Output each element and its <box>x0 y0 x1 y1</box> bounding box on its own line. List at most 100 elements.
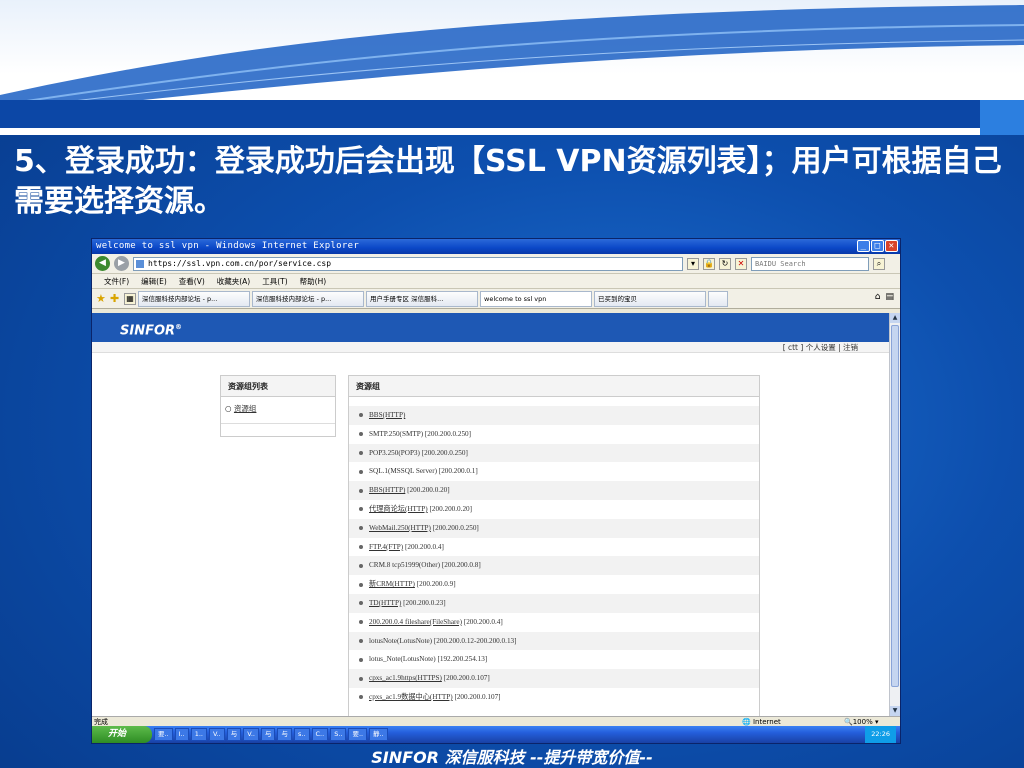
search-icon[interactable]: ⌕ <box>873 257 885 270</box>
taskbar-item[interactable]: s.. <box>293 728 310 741</box>
status-bar: 完成 🌐 Internet 🔍100% ▾ <box>92 716 900 726</box>
taskbar-item[interactable]: V.. <box>208 728 225 741</box>
status-text: 完成 <box>94 718 108 726</box>
menu-edit[interactable]: 编辑(E) <box>141 274 167 288</box>
list-item[interactable]: SQL.1(MSSQL Server) [200.200.0.1] <box>349 462 759 481</box>
list-item[interactable]: SMTP.250(SMTP) [200.200.0.250] <box>349 425 759 444</box>
bullet-icon <box>359 638 363 643</box>
window-title: welcome to ssl vpn - Windows Internet Ex… <box>96 241 360 251</box>
bullet-icon <box>359 695 363 700</box>
menu-help[interactable]: 帮助(H) <box>300 274 327 288</box>
stop-icon[interactable]: ✕ <box>735 257 747 270</box>
taskbar-item[interactable]: I.. <box>174 728 189 741</box>
maximize-button[interactable]: □ <box>871 240 884 252</box>
tab-list-icon[interactable]: ▦ <box>124 292 136 305</box>
slide-banner <box>0 0 1024 135</box>
list-item[interactable]: 代理商论坛(HTTP) [200.200.0.20] <box>349 500 759 519</box>
new-tab-button[interactable] <box>708 290 728 307</box>
scroll-up-icon[interactable]: ▲ <box>890 313 900 323</box>
group-panel: 资源组列表 ○ 资源组 <box>220 375 336 437</box>
page-content: SINFOR® [ ctt ] 个人设置 | 注销 资源组列表 ○ 资源组 资源… <box>92 313 890 716</box>
taskbar-item[interactable]: 要.. <box>348 728 368 741</box>
tab-forum-2[interactable]: 深信服科技内部论坛 - p... <box>252 290 364 307</box>
slide-footer: SINFOR 深信服科技 --提升带宽价值-- <box>371 748 653 767</box>
ie-window: welcome to ssl vpn - Windows Internet Ex… <box>91 238 901 744</box>
bullet-icon <box>359 488 363 493</box>
menu-bar: 文件(F) 编辑(E) 查看(V) 收藏夹(A) 工具(T) 帮助(H) <box>92 274 900 289</box>
radio-icon[interactable]: ○ <box>225 404 232 413</box>
dropdown-icon[interactable]: ▾ <box>687 257 699 270</box>
tab-purchased[interactable]: 已买到的宝贝 <box>594 290 706 307</box>
lock-icon[interactable]: 🔒 <box>703 257 715 270</box>
list-item[interactable]: BBS(HTTP) <box>349 406 759 425</box>
bullet-icon <box>359 601 363 606</box>
window-titlebar[interactable]: welcome to ssl vpn - Windows Internet Ex… <box>92 239 900 254</box>
list-item[interactable]: cpxs_ac1.9https(HTTPS) [200.200.0.107] <box>349 669 759 688</box>
list-item[interactable]: BBS(HTTP) [200.200.0.20] <box>349 481 759 500</box>
taskbar-item[interactable]: 要.. <box>154 728 173 741</box>
scroll-thumb[interactable] <box>891 325 899 687</box>
taskbar-item[interactable]: 与 <box>260 728 276 741</box>
taskbar-item[interactable]: 静.. <box>369 728 388 741</box>
minimize-button[interactable]: _ <box>857 240 870 252</box>
address-input[interactable]: https://ssl.vpn.com.cn/por/service.csp <box>133 256 683 271</box>
add-favorite-icon[interactable]: ✚ <box>110 292 122 305</box>
bullet-icon <box>359 432 363 437</box>
list-item[interactable]: lotus_Note(LotusNote) [192.200.254.13] <box>349 650 759 669</box>
resource-panel: 资源组 BBS(HTTP) SMTP.250(SMTP) [200.200.0.… <box>348 375 760 716</box>
resource-panel-title: 资源组 <box>349 376 759 397</box>
menu-tools[interactable]: 工具(T) <box>262 274 287 288</box>
list-item[interactable]: WebMail.250(HTTP) [200.200.0.250] <box>349 518 759 538</box>
search-input[interactable]: BAIDU Search <box>751 256 869 271</box>
bullet-icon <box>359 507 363 512</box>
tab-forum-1[interactable]: 深信服科技内部论坛 - p... <box>138 290 250 307</box>
slide-title: 5、登录成功：登录成功后会出现【SSL VPN资源列表】；用户可根据自己需要选择… <box>14 144 1002 219</box>
list-item[interactable]: lotusNote(LotusNote) [200.200.0.12-200.2… <box>349 631 759 651</box>
user-links-text[interactable]: [ ctt ] 个人设置 | 注销 <box>783 343 858 352</box>
bullet-icon <box>359 563 363 568</box>
brand-logo: SINFOR <box>120 323 176 339</box>
close-button[interactable]: ✕ <box>885 240 898 252</box>
tab-manual[interactable]: 用户手册专区 深信服科... <box>366 290 478 307</box>
bullet-icon <box>359 620 363 625</box>
system-tray-clock[interactable]: 22:26 <box>865 726 896 743</box>
taskbar-item[interactable]: C.. <box>311 728 329 741</box>
forward-button[interactable]: ▶ <box>114 256 129 271</box>
menu-file[interactable]: 文件(F) <box>104 274 129 288</box>
user-links: [ ctt ] 个人设置 | 注销 <box>92 342 890 353</box>
bullet-icon <box>359 469 363 474</box>
home-icon[interactable]: ⌂ <box>875 292 881 302</box>
scroll-down-icon[interactable]: ▼ <box>890 706 900 716</box>
bullet-icon <box>359 582 363 587</box>
taskbar-item[interactable]: V.. <box>243 728 259 741</box>
back-button[interactable]: ◀ <box>95 256 110 271</box>
bullet-icon <box>359 526 363 531</box>
list-item[interactable]: CRM.8 tcp51999(Other) [200.200.0.8] <box>349 556 759 576</box>
favorites-star-icon[interactable]: ★ <box>96 292 108 305</box>
tab-bar: ★ ✚ ▦ 深信服科技内部论坛 - p... 深信服科技内部论坛 - p... … <box>92 289 900 309</box>
taskbar-item[interactable]: 1.. <box>190 728 207 741</box>
address-toolbar: ◀ ▶ https://ssl.vpn.com.cn/por/service.c… <box>92 254 900 274</box>
refresh-icon[interactable]: ↻ <box>719 257 731 270</box>
start-button[interactable]: 开始 <box>92 726 152 743</box>
tab-ssl-vpn[interactable]: welcome to ssl vpn <box>480 290 592 307</box>
vertical-scrollbar[interactable]: ▲ ▼ <box>889 313 900 716</box>
list-item[interactable]: 200.200.0.4 fileshare(FileShare) [200.20… <box>349 613 759 632</box>
menu-favorites[interactable]: 收藏夹(A) <box>217 274 250 288</box>
list-item[interactable]: TD(HTTP) [200.200.0.23] <box>349 593 759 613</box>
taskbar-item[interactable]: S.. <box>330 728 347 741</box>
bullet-icon <box>359 450 363 455</box>
list-item[interactable]: POP3.250(POP3) [200.200.0.250] <box>349 443 759 463</box>
brand-header: SINFOR® <box>92 313 890 342</box>
bullet-icon <box>359 413 363 418</box>
list-item[interactable]: cpxs_ac1.9数据中心(HTTP) [200.200.0.107] <box>349 688 759 707</box>
resource-list: BBS(HTTP) SMTP.250(SMTP) [200.200.0.250]… <box>349 397 759 707</box>
menu-view[interactable]: 查看(V) <box>179 274 205 288</box>
taskbar-item[interactable]: 与 <box>226 728 242 741</box>
taskbar-item[interactable]: 与 <box>277 728 292 741</box>
list-item[interactable]: 新CRM(HTTP) [200.200.0.9] <box>349 575 759 594</box>
list-item[interactable]: FTP.4(FTP) [200.200.0.4] <box>349 538 759 557</box>
feeds-icon[interactable]: ▤ <box>885 292 894 302</box>
windows-taskbar: 开始 要.. I.. 1.. V.. 与 V.. 与 与 s.. C.. S..… <box>92 726 900 743</box>
group-item[interactable]: ○ 资源组 <box>221 397 335 424</box>
